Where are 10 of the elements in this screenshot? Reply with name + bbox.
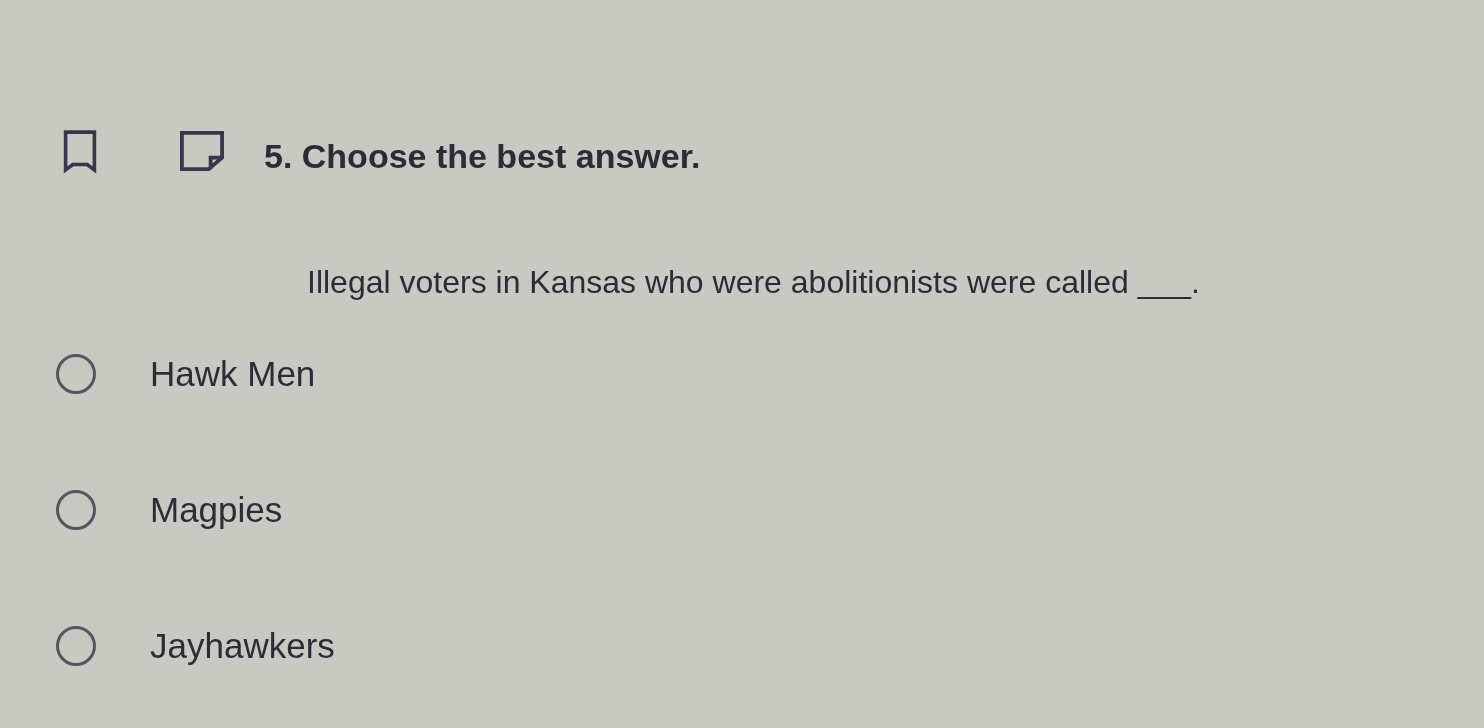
question-title: 5. Choose the best answer. xyxy=(264,136,701,176)
radio-button[interactable] xyxy=(56,490,96,530)
note-icon[interactable] xyxy=(178,129,226,173)
option-label[interactable]: Jayhawkers xyxy=(150,626,335,666)
option-label[interactable]: Magpies xyxy=(150,490,283,530)
question-text: Illegal voters in Kansas who were abolitionists were called ___. xyxy=(307,264,1201,301)
bookmark-icon[interactable] xyxy=(62,128,98,174)
option-label[interactable]: Hawk Men xyxy=(150,354,316,394)
radio-button[interactable] xyxy=(56,354,96,394)
radio-button[interactable] xyxy=(56,626,96,666)
